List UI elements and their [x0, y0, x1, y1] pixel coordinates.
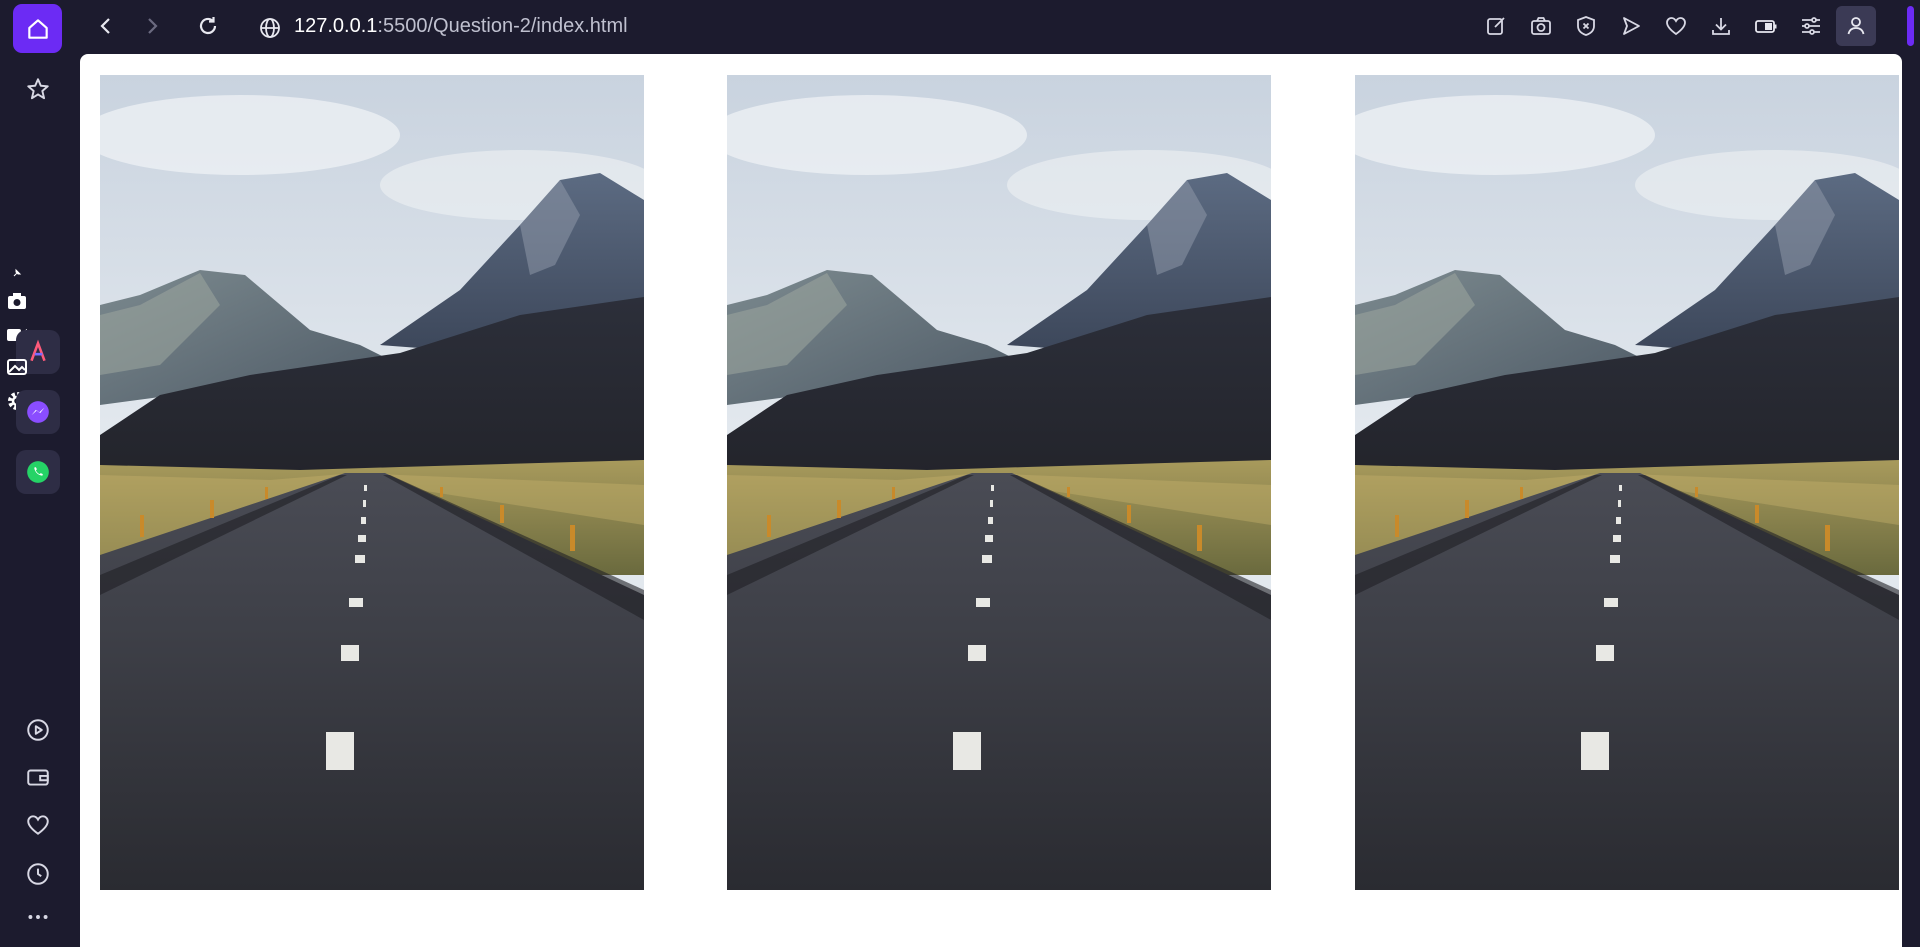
url-path: :5500/Question-2/index.html — [377, 15, 628, 37]
address-bar[interactable]: 127.0.0.1:5500/Question-2/index.html — [294, 10, 628, 42]
road-mountains-graphic — [727, 75, 1271, 890]
wallet-button[interactable] — [13, 752, 62, 801]
messenger-app-icon — [27, 401, 49, 423]
whatsapp-app-icon — [27, 461, 49, 483]
download-icon — [1712, 18, 1730, 35]
more-icon — [27, 914, 48, 919]
reload-icon — [199, 17, 217, 35]
gallery-icon — [7, 359, 27, 375]
home-button[interactable] — [13, 4, 62, 53]
wallet-icon — [26, 769, 49, 786]
favorites-button[interactable] — [1656, 6, 1696, 46]
heart-icon — [1666, 17, 1686, 36]
heart-icon — [26, 814, 49, 835]
pinboard-button[interactable] — [13, 800, 62, 849]
reload-button[interactable] — [188, 6, 228, 46]
player-button[interactable] — [13, 705, 62, 754]
url-host: 127.0.0.1 — [294, 15, 378, 37]
history-button[interactable] — [13, 849, 62, 898]
send-icon — [1623, 17, 1640, 35]
gallery-button[interactable] — [0, 352, 34, 382]
screenshot-camera-button[interactable] — [0, 286, 34, 316]
send-button[interactable] — [1611, 6, 1651, 46]
bookmarks-button[interactable] — [13, 64, 62, 113]
forward-icon — [148, 18, 158, 34]
edit-button[interactable] — [1476, 6, 1516, 46]
sidebar-accent-strip — [1907, 6, 1914, 46]
browser-toolbar: 127.0.0.1:5500/Question-2/index.html — [76, 0, 1920, 54]
back-button[interactable] — [86, 6, 126, 46]
road-mountains-graphic — [100, 75, 644, 890]
road-mountains-image-1 — [100, 75, 644, 890]
edit-icon — [1487, 17, 1505, 35]
battery-saver-button[interactable] — [1746, 6, 1786, 46]
history-icon — [26, 862, 49, 885]
browser-sidebar — [0, 0, 76, 947]
home-icon — [27, 18, 48, 39]
snapshot-button[interactable] — [1521, 6, 1561, 46]
star-icon — [26, 77, 49, 99]
camera-icon — [8, 293, 26, 309]
road-mountains-graphic — [1355, 75, 1899, 890]
profile-icon — [1847, 17, 1865, 35]
profile-button[interactable] — [1836, 6, 1876, 46]
globe-icon — [260, 18, 280, 38]
whatsapp-app-button[interactable] — [16, 450, 60, 494]
forward-button[interactable] — [132, 6, 172, 46]
camera-icon — [1531, 17, 1551, 35]
adblock-button[interactable] — [1566, 6, 1606, 46]
site-info-button[interactable] — [250, 8, 290, 48]
road-mountains-image-3 — [1355, 75, 1899, 890]
more-button[interactable] — [13, 892, 62, 941]
back-icon — [100, 18, 110, 34]
shield-x-icon — [1577, 16, 1595, 36]
battery-icon — [1755, 20, 1777, 33]
page-viewport — [80, 54, 1902, 947]
messenger-app-button[interactable] — [16, 390, 60, 434]
pin-icon[interactable] — [0, 266, 34, 280]
player-icon — [26, 718, 49, 741]
tune-icon — [1802, 17, 1820, 35]
downloads-button[interactable] — [1701, 6, 1741, 46]
easy-setup-button[interactable] — [1791, 6, 1831, 46]
road-mountains-image-2 — [727, 75, 1271, 890]
